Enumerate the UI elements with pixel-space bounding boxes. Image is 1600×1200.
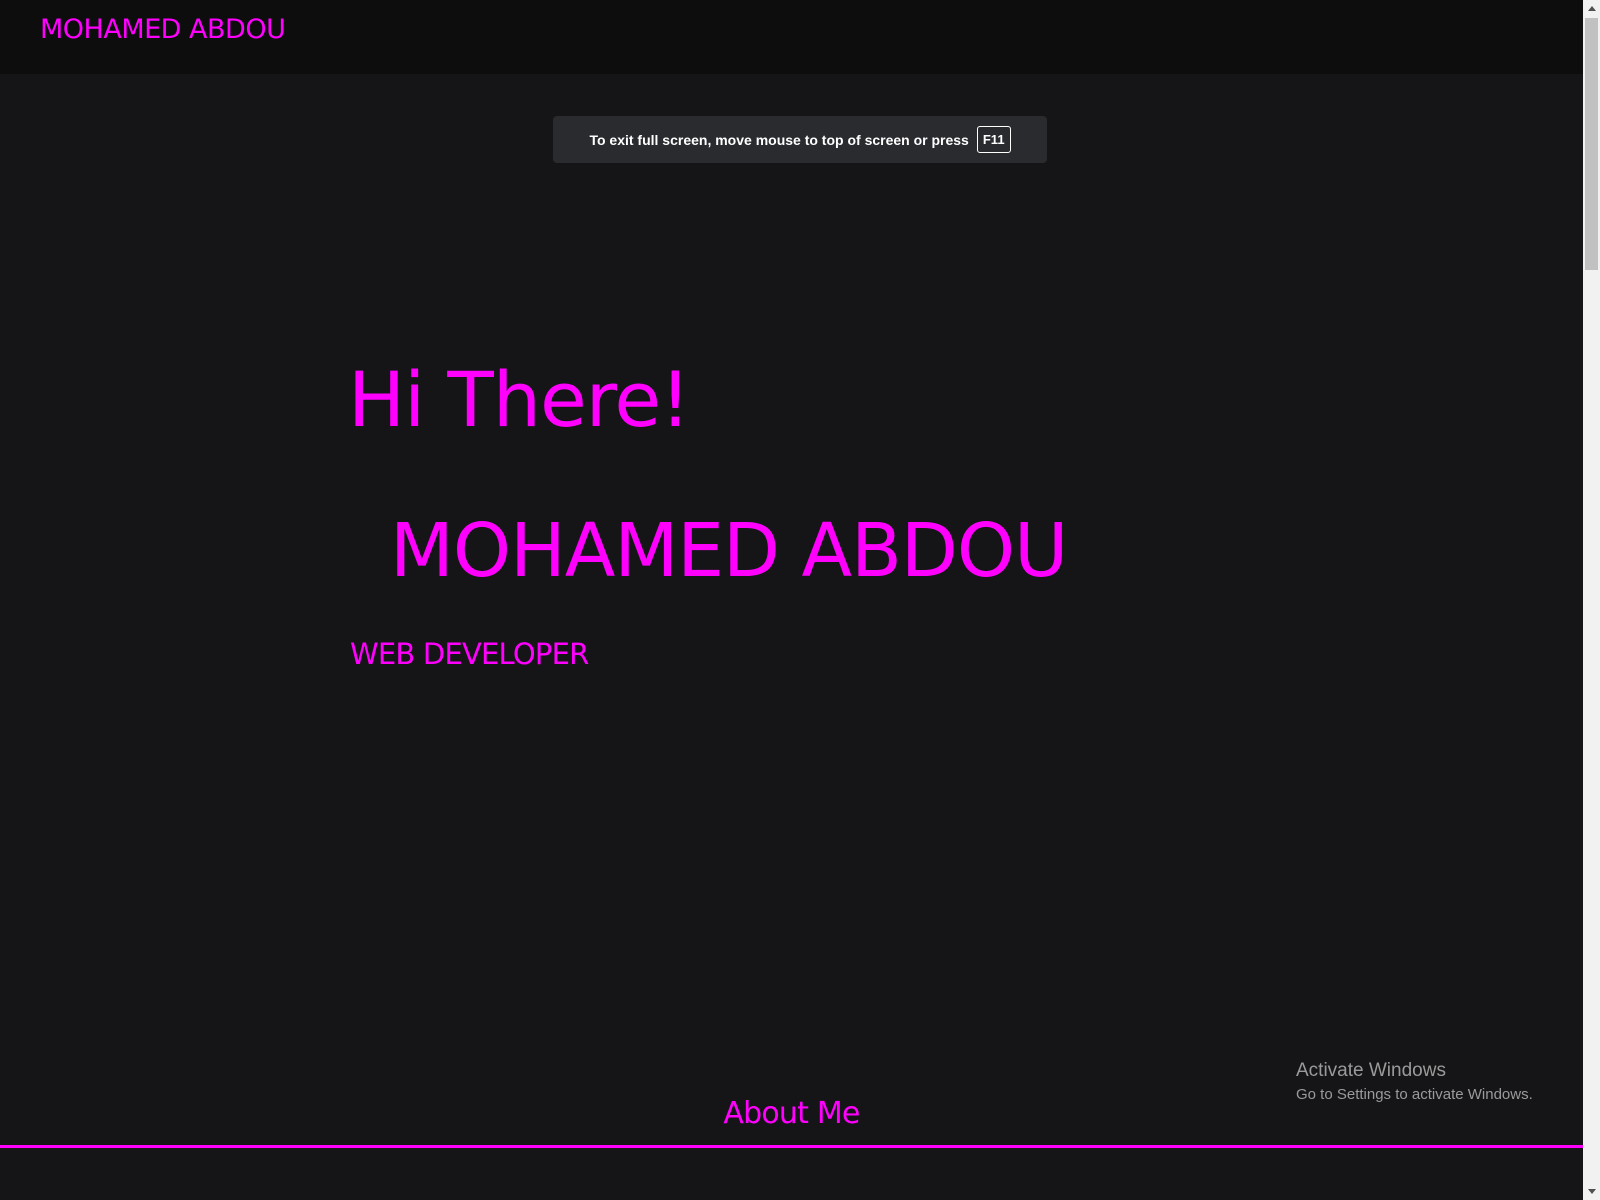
vertical-scrollbar[interactable] — [1583, 0, 1600, 1200]
brand-link[interactable]: MOHAMED ABDOU — [40, 14, 286, 45]
navbar: MOHAMED ABDOU — [0, 0, 1583, 74]
hero-role: WEB DEVELOPER — [350, 637, 589, 671]
watermark-subtitle: Go to Settings to activate Windows. — [1296, 1086, 1533, 1103]
scroll-up-button[interactable] — [1583, 0, 1600, 17]
chevron-down-icon — [1587, 1189, 1596, 1194]
windows-activation-watermark: Activate Windows Go to Settings to activ… — [1296, 1060, 1533, 1103]
scroll-down-button[interactable] — [1583, 1183, 1600, 1200]
fullscreen-message: To exit full screen, move mouse to top o… — [589, 131, 969, 148]
watermark-title: Activate Windows — [1296, 1060, 1446, 1081]
f11-key-badge: F11 — [976, 126, 1011, 153]
about-divider — [0, 1145, 1583, 1148]
chevron-up-icon — [1587, 6, 1596, 11]
hero-name: MOHAMED ABDOU — [390, 508, 1068, 594]
hero-greeting: Hi There! — [348, 355, 691, 444]
fullscreen-notice: To exit full screen, move mouse to top o… — [553, 116, 1047, 163]
scroll-thumb[interactable] — [1585, 18, 1598, 270]
